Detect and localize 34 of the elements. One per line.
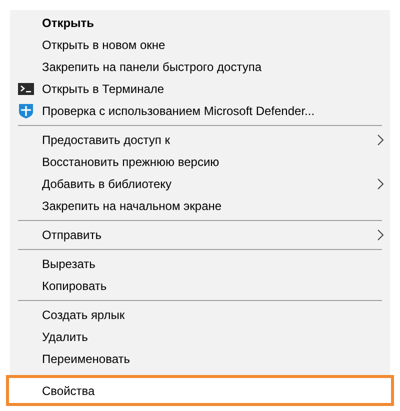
menu-item-label: Открыть в новом окне bbox=[42, 37, 166, 54]
menu-item-label: Отправить bbox=[42, 227, 103, 244]
menu-item-label: Удалить bbox=[42, 329, 89, 346]
menu-item[interactable]: Копировать bbox=[10, 275, 390, 297]
menu-item[interactable]: Предоставить доступ к bbox=[10, 129, 390, 151]
menu-item-label: Восстановить прежнюю версию bbox=[42, 154, 220, 171]
menu-item[interactable]: Отправить bbox=[10, 224, 390, 246]
menu-item[interactable]: Переименовать bbox=[10, 348, 390, 370]
menu-item-label: Закрепить на начальном экране bbox=[42, 198, 223, 215]
menu-item[interactable]: Восстановить прежнюю версию bbox=[10, 151, 390, 173]
menu-item[interactable]: Закрепить на панели быстрого доступа bbox=[10, 56, 390, 78]
menu-item[interactable]: Добавить в библиотеку bbox=[10, 173, 390, 195]
menu-item-label: Вырезать bbox=[42, 256, 96, 273]
menu-item[interactable]: Свойства bbox=[6, 375, 394, 406]
menu-item-label: Переименовать bbox=[42, 351, 131, 368]
menu-item[interactable]: Закрепить на начальном экране bbox=[10, 195, 390, 217]
menu-item[interactable]: Вырезать bbox=[10, 253, 390, 275]
menu-item[interactable]: Открыть bbox=[10, 12, 390, 34]
shield-icon bbox=[18, 103, 34, 119]
menu-item[interactable]: Открыть в новом окне bbox=[10, 34, 390, 56]
menu-item-label: Открыть в Терминале bbox=[42, 81, 166, 98]
menu-item-label: Предоставить доступ к bbox=[42, 132, 171, 149]
menu-item-label: Открыть bbox=[42, 15, 96, 32]
menu-item[interactable]: Открыть в Терминале bbox=[10, 78, 390, 100]
menu-item[interactable]: Создать ярлык bbox=[10, 304, 390, 326]
menu-item-label: Создать ярлык bbox=[42, 307, 126, 324]
menu-item-label: Добавить в библиотеку bbox=[42, 176, 173, 193]
terminal-icon bbox=[18, 83, 34, 95]
menu-item[interactable]: Проверка с использованием Microsoft Defender... bbox=[10, 100, 390, 122]
menu-item-label: Копировать bbox=[42, 278, 108, 295]
menu-item-label: Закрепить на панели быстрого доступа bbox=[42, 59, 262, 76]
menu-item-label: Проверка с использованием Microsoft Defender... bbox=[42, 103, 316, 120]
menu-item-label: Свойства bbox=[42, 382, 96, 400]
menu-item[interactable]: Удалить bbox=[10, 326, 390, 348]
